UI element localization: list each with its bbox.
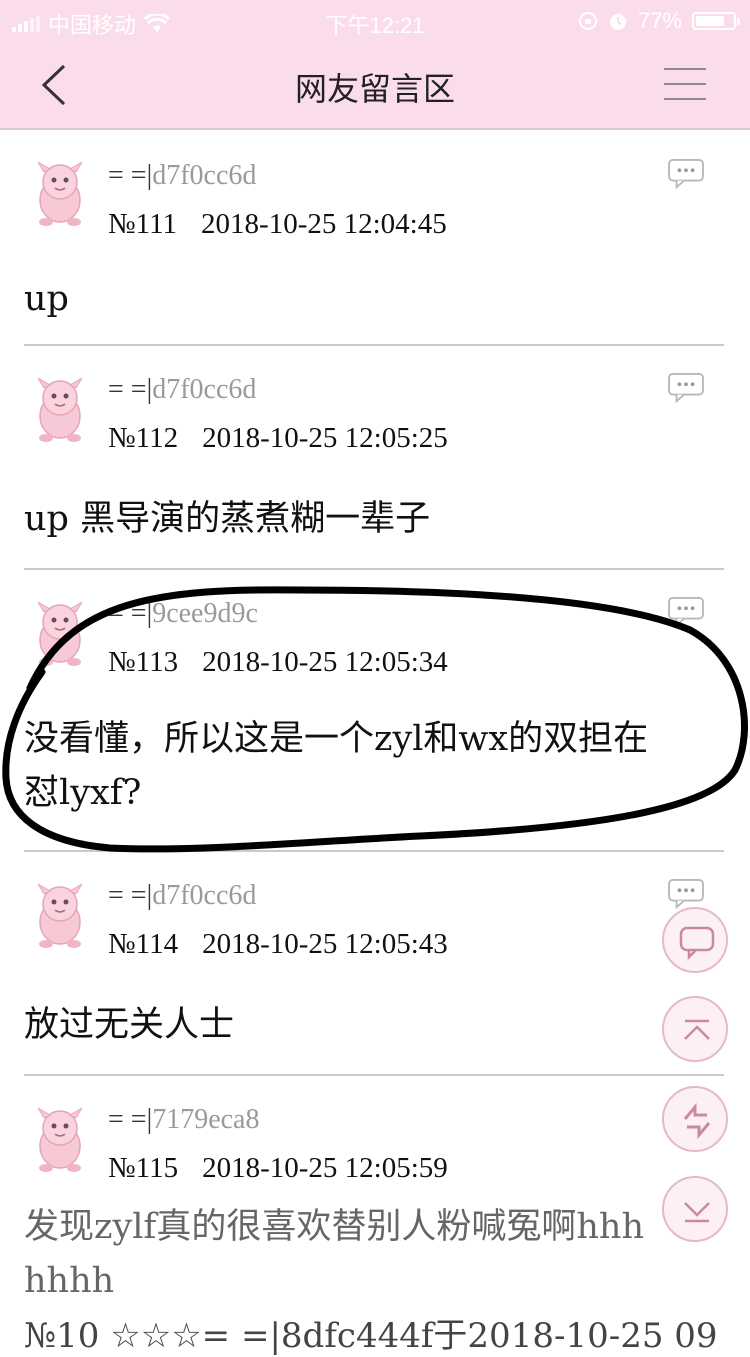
header-bar: 网友留言区 [0, 42, 750, 130]
post-meta: №115 2018-10-25 12:05:59 [108, 1152, 448, 1185]
post-content-line: hhhh [24, 1261, 115, 1301]
post-content-line: 没看懂，所以这是一个zyl和wx的双担在 [24, 719, 649, 759]
username: = =|d7f0cc6d [108, 374, 257, 405]
reply-bubble-icon[interactable] [666, 596, 706, 628]
post-number: №114 [108, 928, 179, 960]
post-meta: №111 2018-10-25 12:04:45 [108, 208, 447, 241]
arrow-up-icon [684, 1019, 710, 1040]
battery-percent: 77% [637, 8, 682, 33]
rotation-lock-icon [578, 12, 597, 30]
post-number: №112 [108, 422, 179, 454]
avatar-icon[interactable] [30, 376, 90, 444]
status-bar: 中国移动 下午12:21 77% [0, 0, 750, 42]
reply-bubble-icon[interactable] [666, 372, 706, 404]
post-content: 发现zylf真的很喜欢替别人粉喊冤啊hhh hhhh [24, 1200, 724, 1308]
hamburger-menu-icon[interactable] [664, 68, 706, 102]
divider [24, 568, 724, 570]
status-right: 77% [578, 8, 740, 34]
avatar-icon[interactable] [30, 160, 90, 228]
reply-bubble-icon[interactable] [666, 158, 706, 190]
post-content: 放过无关人士 [24, 1005, 235, 1045]
username: = =|7179eca8 [108, 1104, 260, 1135]
post-datetime: 2018-10-25 12:04:45 [201, 208, 447, 240]
post-content-line: 怼lyxf? [24, 773, 142, 813]
post-meta: №114 2018-10-25 12:05:43 [108, 928, 448, 961]
post-number: №111 [108, 208, 178, 240]
battery-icon [692, 12, 740, 30]
username: = =|d7f0cc6d [108, 160, 257, 191]
divider [24, 1074, 724, 1076]
page-title: 网友留言区 [294, 70, 455, 108]
post-datetime: 2018-10-25 12:05:34 [202, 646, 448, 678]
post-content: 没看懂，所以这是一个zyl和wx的双担在 怼lyxf? [24, 712, 724, 820]
post-datetime: 2018-10-25 12:05:25 [202, 422, 448, 454]
avatar-icon[interactable] [30, 882, 90, 950]
alarm-icon [609, 14, 626, 30]
scroll-to-top-button[interactable] [662, 996, 728, 1062]
username: = =|9cee9d9c [108, 598, 258, 629]
post-meta: №113 2018-10-25 12:05:34 [108, 646, 448, 679]
post-content: up 黑导演的蒸煮糊一辈子 [24, 499, 431, 539]
post-meta: №112 2018-10-25 12:05:25 [108, 422, 448, 455]
post-content-line: 发现zylf真的很喜欢替别人粉喊冤啊hhh [24, 1207, 644, 1247]
post-content: up [24, 279, 69, 319]
comment-button[interactable] [662, 907, 728, 973]
post-number: №115 [108, 1152, 179, 1184]
avatar-icon[interactable] [30, 1106, 90, 1174]
post-datetime: 2018-10-25 12:05:43 [202, 928, 448, 960]
post-datetime: 2018-10-25 12:05:59 [202, 1152, 448, 1184]
refresh-button[interactable] [662, 1086, 728, 1152]
avatar-icon[interactable] [30, 600, 90, 668]
scroll-to-bottom-button[interactable] [662, 1176, 728, 1242]
next-item-preview: №10 ☆☆☆= =|8dfc444f于2018-10-25 09 [24, 1316, 718, 1356]
post-number: №113 [108, 646, 179, 678]
arrow-down-icon [684, 1202, 710, 1223]
divider [24, 850, 724, 852]
refresh-icon [683, 1102, 711, 1140]
divider [24, 344, 724, 346]
username: = =|d7f0cc6d [108, 880, 257, 911]
comment-icon [679, 926, 715, 961]
reply-bubble-icon[interactable] [666, 878, 706, 910]
